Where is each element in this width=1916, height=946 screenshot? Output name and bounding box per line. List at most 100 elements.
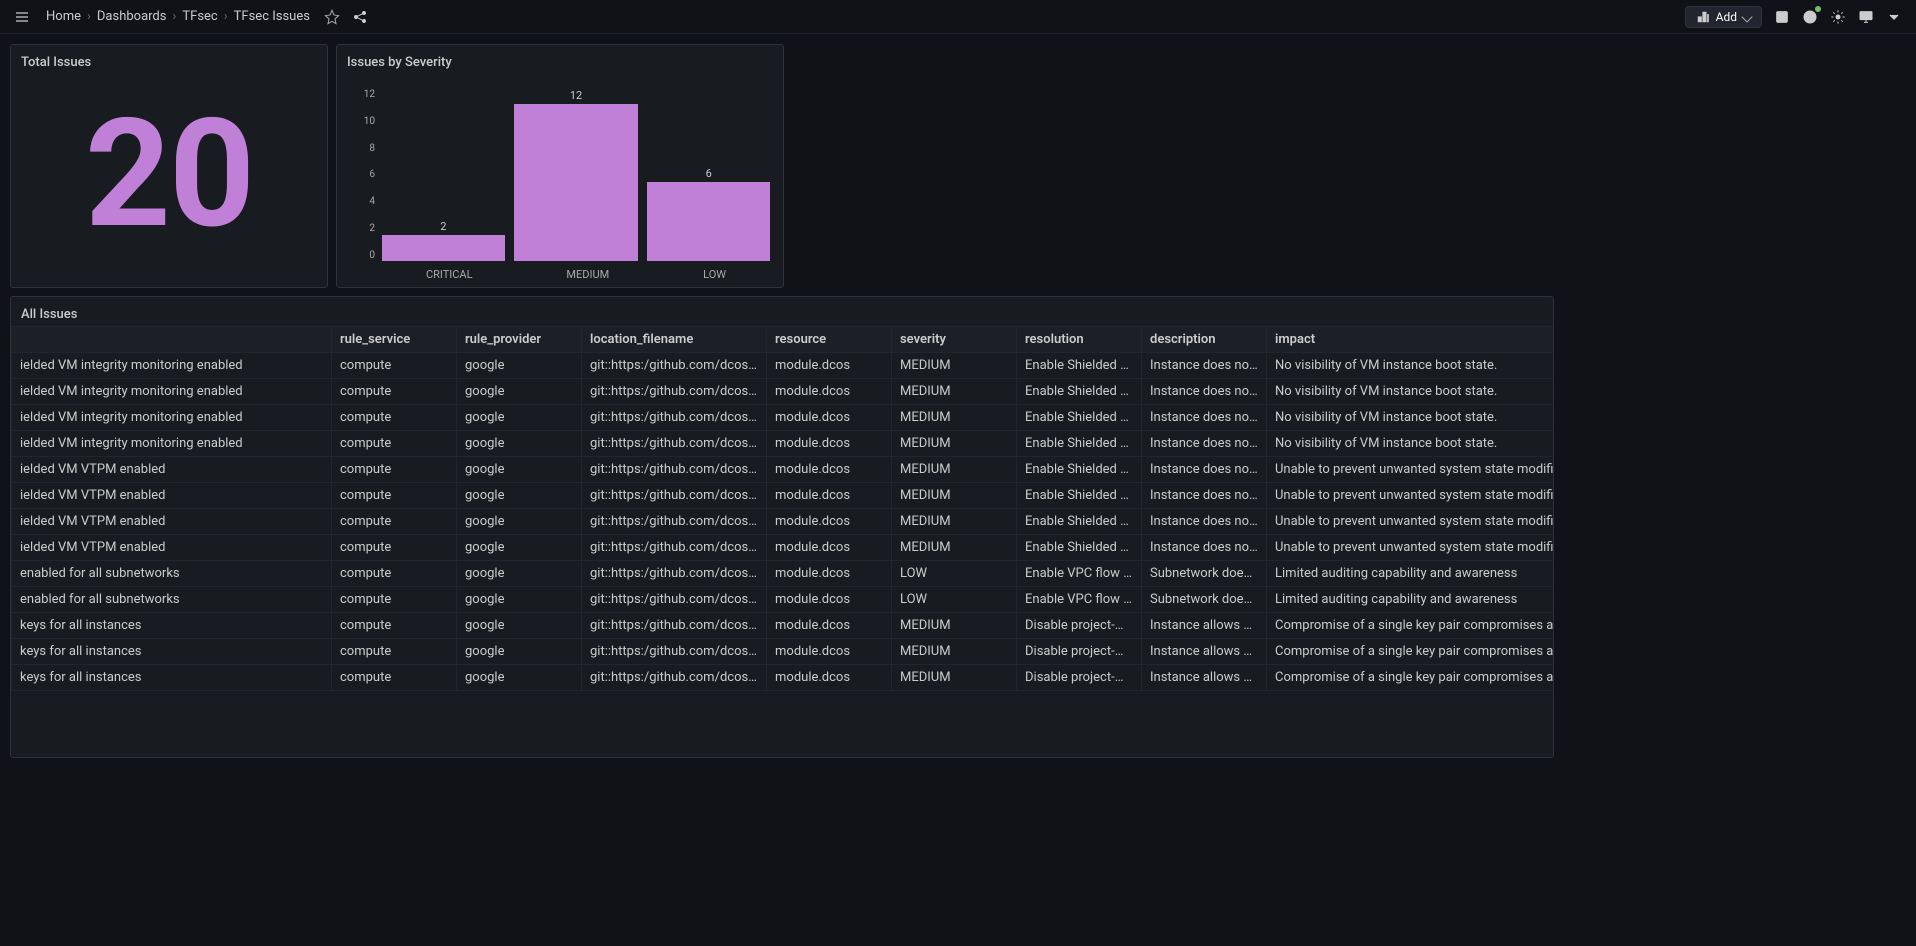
issues-table-scroll[interactable]: rule_servicerule_providerlocation_filena…	[11, 326, 1553, 757]
add-button-label: Add	[1716, 10, 1737, 24]
chart-x-axis: CRITICALMEDIUMLOW	[379, 268, 773, 281]
column-header[interactable]: location_filename	[582, 327, 767, 353]
crumb-tfsec[interactable]: TFsec	[182, 9, 217, 24]
table-cell: Unable to prevent unwanted system state …	[1267, 483, 1554, 509]
bar-critical[interactable]: 2	[379, 89, 508, 261]
table-cell: compute	[332, 509, 457, 535]
crumb-home[interactable]: Home	[46, 9, 81, 24]
table-row[interactable]: ielded VM integrity monitoring enabledco…	[12, 353, 1554, 379]
chevron-down-icon[interactable]	[1880, 3, 1908, 31]
table-cell: google	[457, 561, 582, 587]
table-cell: enabled for all subnetworks	[12, 561, 332, 587]
monitor-icon[interactable]	[1852, 3, 1880, 31]
clock-icon[interactable]	[1796, 3, 1824, 31]
bar-medium[interactable]: 12	[512, 89, 641, 261]
table-cell: ielded VM integrity monitoring enabled	[12, 405, 332, 431]
column-header[interactable]: resolution	[1017, 327, 1142, 353]
table-cell: Instance allows us…	[1142, 613, 1267, 639]
table-cell: MEDIUM	[892, 483, 1017, 509]
table-cell: Disable project-wi…	[1017, 639, 1142, 665]
table-cell: ielded VM integrity monitoring enabled	[12, 353, 332, 379]
table-cell: Instance does not …	[1142, 431, 1267, 457]
panel-title: Issues by Severity	[337, 45, 783, 74]
panel-total-issues[interactable]: Total Issues 20	[10, 44, 328, 288]
table-cell: google	[457, 639, 582, 665]
table-cell: Unable to prevent unwanted system state …	[1267, 509, 1554, 535]
column-header[interactable]: severity	[892, 327, 1017, 353]
table-cell: compute	[332, 561, 457, 587]
table-cell: MEDIUM	[892, 509, 1017, 535]
star-icon[interactable]	[318, 3, 346, 31]
table-row[interactable]: ielded VM VTPM enabledcomputegooglegit::…	[12, 457, 1554, 483]
table-cell: MEDIUM	[892, 405, 1017, 431]
table-row[interactable]: enabled for all subnetworkscomputegoogle…	[12, 561, 1554, 587]
table-cell: Subnetwork does …	[1142, 561, 1267, 587]
gear-icon[interactable]	[1824, 3, 1852, 31]
table-cell: module.dcos	[767, 457, 892, 483]
table-cell: compute	[332, 613, 457, 639]
table-row[interactable]: ielded VM integrity monitoring enabledco…	[12, 431, 1554, 457]
table-cell: keys for all instances	[12, 639, 332, 665]
table-cell: module.dcos	[767, 639, 892, 665]
severity-chart: 2 12 6	[379, 89, 773, 261]
column-header[interactable]: resource	[767, 327, 892, 353]
table-row[interactable]: keys for all instancescomputegooglegit::…	[12, 665, 1554, 691]
add-button[interactable]: Add	[1685, 6, 1762, 28]
table-cell: ielded VM integrity monitoring enabled	[12, 431, 332, 457]
column-header[interactable]	[12, 327, 332, 353]
crumb-tfsec-issues[interactable]: TFsec Issues	[234, 9, 310, 24]
crumb-dashboards[interactable]: Dashboards	[97, 9, 167, 24]
breadcrumb: Home › Dashboards › TFsec › TFsec Issues	[46, 9, 310, 24]
table-cell: google	[457, 379, 582, 405]
table-cell: Unable to prevent unwanted system state …	[1267, 457, 1554, 483]
x-tick: CRITICAL	[426, 268, 473, 281]
panel-issues-by-severity[interactable]: Issues by Severity 024681012 2126 CRITIC…	[336, 44, 784, 288]
table-cell: MEDIUM	[892, 353, 1017, 379]
table-cell: compute	[332, 431, 457, 457]
table-cell: google	[457, 587, 582, 613]
column-header[interactable]: rule_service	[332, 327, 457, 353]
table-cell: Disable project-wi…	[1017, 665, 1142, 691]
panel-title: Total Issues	[11, 45, 327, 74]
table-cell: ielded VM VTPM enabled	[12, 535, 332, 561]
table-row[interactable]: enabled for all subnetworkscomputegoogle…	[12, 587, 1554, 613]
table-cell: Instance does not …	[1142, 509, 1267, 535]
bar-low[interactable]: 6	[644, 89, 773, 261]
content: Total Issues 20 Issues by Severity 02468…	[0, 34, 1916, 768]
table-cell: google	[457, 665, 582, 691]
table-cell: module.dcos	[767, 561, 892, 587]
table-row[interactable]: ielded VM VTPM enabledcomputegooglegit::…	[12, 483, 1554, 509]
table-cell: compute	[332, 405, 457, 431]
table-cell: git::https:/github.com/dcos-t...	[582, 353, 767, 379]
table-row[interactable]: ielded VM VTPM enabledcomputegooglegit::…	[12, 535, 1554, 561]
table-cell: compute	[332, 587, 457, 613]
hamburger-icon[interactable]	[8, 3, 36, 31]
table-cell: git::https:/github.com/dcos-t...	[582, 535, 767, 561]
column-header[interactable]: rule_provider	[457, 327, 582, 353]
share-icon[interactable]	[346, 3, 374, 31]
table-cell: ielded VM integrity monitoring enabled	[12, 379, 332, 405]
table-cell: module.dcos	[767, 483, 892, 509]
table-cell: MEDIUM	[892, 379, 1017, 405]
table-cell: compute	[332, 535, 457, 561]
table-row[interactable]: ielded VM VTPM enabledcomputegooglegit::…	[12, 509, 1554, 535]
table-cell: module.dcos	[767, 431, 892, 457]
table-cell: Enable Shielded V…	[1017, 353, 1142, 379]
column-header[interactable]: description	[1142, 327, 1267, 353]
table-cell: No visibility of VM instance boot state.	[1267, 353, 1554, 379]
bar-value-label: 12	[570, 89, 582, 102]
panel-all-issues[interactable]: All Issues rule_servicerule_providerloca…	[10, 296, 1554, 758]
table-row[interactable]: ielded VM integrity monitoring enabledco…	[12, 405, 1554, 431]
table-cell: Instance does not …	[1142, 379, 1267, 405]
bar	[514, 104, 638, 261]
table-cell: compute	[332, 483, 457, 509]
table-cell: module.dcos	[767, 587, 892, 613]
table-row[interactable]: keys for all instancescomputegooglegit::…	[12, 613, 1554, 639]
table-cell: module.dcos	[767, 613, 892, 639]
column-header[interactable]: impact	[1267, 327, 1554, 353]
table-cell: No visibility of VM instance boot state.	[1267, 379, 1554, 405]
table-row[interactable]: ielded VM integrity monitoring enabledco…	[12, 379, 1554, 405]
save-icon[interactable]	[1768, 3, 1796, 31]
table-cell: MEDIUM	[892, 535, 1017, 561]
table-row[interactable]: keys for all instancescomputegooglegit::…	[12, 639, 1554, 665]
